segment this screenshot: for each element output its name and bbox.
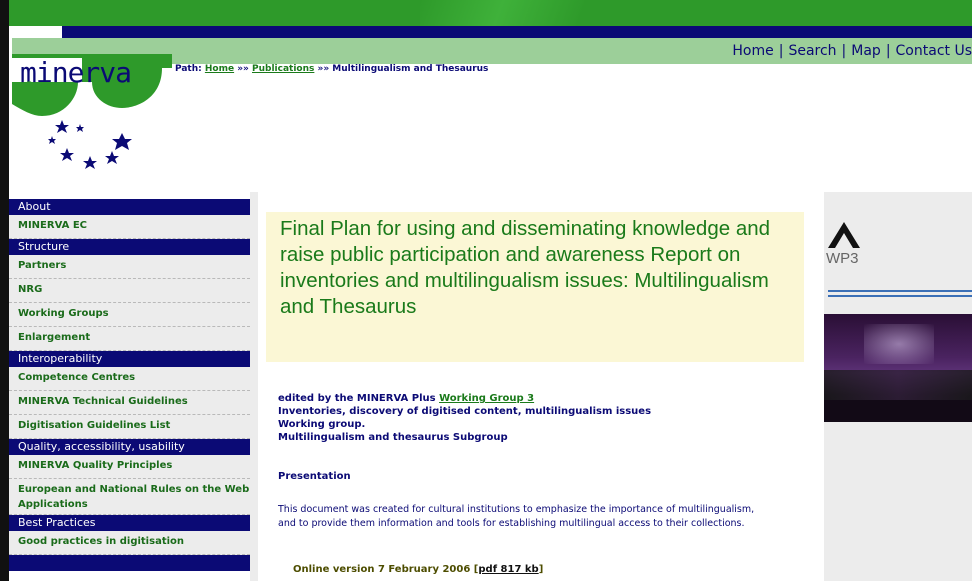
breadcrumb-separator: »» — [237, 64, 249, 74]
sidebar-heading-quality: Quality, accessibility, usability — [9, 439, 250, 455]
edited-prefix: edited by the MINERVA Plus — [278, 393, 436, 404]
breadcrumb-prefix: Path: — [175, 64, 202, 74]
sidebar-item-working-groups[interactable]: Working Groups — [9, 303, 250, 327]
sidebar-heading-structure: Structure — [9, 239, 250, 255]
pdf-download-link[interactable]: pdf 817 kb — [478, 564, 538, 575]
sidebar-item-competence-centres[interactable]: Competence Centres — [9, 367, 250, 391]
sidebar: About MINERVA EC Structure Partners NRG … — [9, 199, 250, 571]
content-divider — [250, 192, 258, 581]
nav-map-link[interactable]: Map — [851, 43, 881, 59]
sidebar-item-quality-principles[interactable]: MINERVA Quality Principles — [9, 455, 250, 479]
meta-line: Multilingualism and thesaurus Subgroup — [278, 432, 508, 443]
sidebar-heading-next — [9, 555, 250, 571]
video-thumbnail[interactable] — [824, 314, 972, 422]
presentation-heading: Presentation — [278, 471, 351, 482]
breadcrumb-home-link[interactable]: Home — [205, 64, 234, 74]
sidebar-heading-best-practices: Best Practices — [9, 515, 250, 531]
nav-home-link[interactable]: Home — [732, 43, 773, 59]
sidebar-item-minerva-ec[interactable]: MINERVA EC — [9, 215, 250, 239]
breadcrumb-separator: »» — [317, 64, 330, 74]
breadcrumb: Path: Home »» Publications »» Multilingu… — [175, 64, 488, 74]
sidebar-heading-about: About — [9, 199, 250, 215]
wp3-label: WP3 — [826, 250, 859, 267]
nav-contact-link[interactable]: Contact Us — [896, 43, 972, 59]
online-prefix: Online version 7 February 2006 [ — [293, 564, 479, 575]
nav-separator: | — [778, 43, 784, 59]
working-group-3-link[interactable]: Working Group 3 — [439, 393, 534, 404]
breadcrumb-publications-link[interactable]: Publications — [252, 64, 314, 74]
sidebar-item-rules-web-applications[interactable]: European and National Rules on the Web A… — [9, 479, 250, 515]
top-green-band — [0, 0, 972, 26]
left-frame-edge — [0, 0, 9, 581]
nav-search-link[interactable]: Search — [788, 43, 836, 59]
logo-subtext: eEurope — [20, 81, 58, 91]
top-navy-band — [62, 26, 972, 38]
minerva-logo[interactable]: minerva eEurope — [12, 38, 172, 188]
sidebar-item-digitisation-guidelines[interactable]: Digitisation Guidelines List — [9, 415, 250, 439]
nav-separator: | — [885, 43, 891, 59]
eu-stars-icon — [48, 120, 132, 169]
breadcrumb-current: Multilingualism and Thesaurus — [332, 64, 489, 74]
online-suffix: ] — [538, 564, 544, 575]
edited-by-block: edited by the MINERVA Plus Working Group… — [278, 392, 651, 444]
page-title: Final Plan for using and disseminating k… — [280, 217, 771, 318]
caret-up-icon — [828, 222, 860, 248]
sidebar-item-partners[interactable]: Partners — [9, 255, 250, 279]
online-version: Online version 7 February 2006 [pdf 817 … — [293, 564, 543, 575]
nav-separator: | — [841, 43, 847, 59]
presentation-text: This document was created for cultural i… — [278, 504, 755, 529]
meta-line: Working group. — [278, 419, 366, 430]
top-nav-bar: Home | Search | Map | Contact Us — [170, 38, 972, 64]
wp3-badge[interactable]: WP3 — [826, 218, 866, 268]
sidebar-item-good-practices[interactable]: Good practices in digitisation — [9, 531, 250, 555]
sidebar-item-enlargement[interactable]: Enlargement — [9, 327, 250, 351]
top-nav-links: Home | Search | Map | Contact Us — [732, 43, 972, 59]
sidebar-item-technical-guidelines[interactable]: MINERVA Technical Guidelines — [9, 391, 250, 415]
sidebar-item-nrg[interactable]: NRG — [9, 279, 250, 303]
sidebar-heading-interoperability: Interoperability — [9, 351, 250, 367]
meta-line: Inventories, discovery of digitised cont… — [278, 406, 652, 417]
blue-divider — [828, 290, 972, 298]
